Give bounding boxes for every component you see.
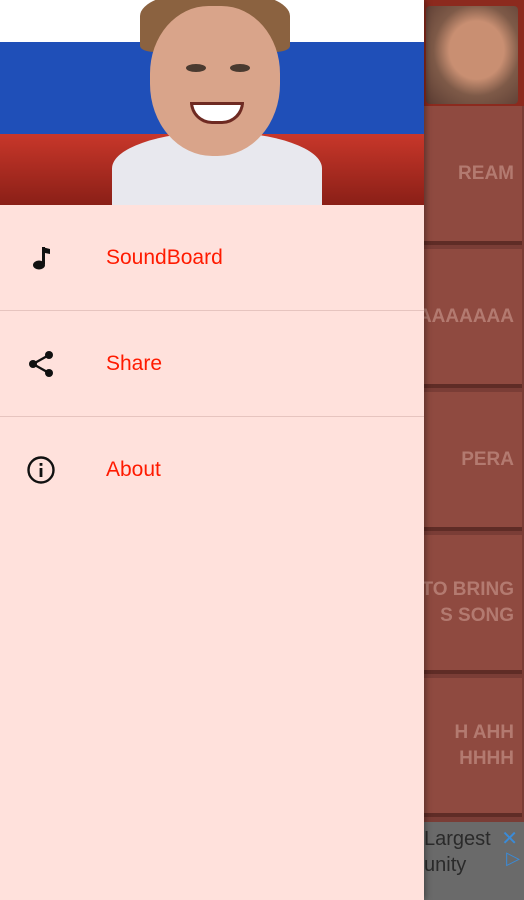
ad-text-line: unity (424, 854, 467, 876)
app-bar-image (426, 6, 518, 104)
portrait-smile (190, 102, 244, 124)
sound-card-text: S SONG (440, 604, 514, 626)
share-icon (26, 349, 56, 379)
portrait-face (150, 6, 280, 156)
menu-item-label: SoundBoard (106, 246, 223, 269)
menu-item-about[interactable]: About (0, 417, 424, 523)
menu-item-label: About (106, 458, 161, 481)
navigation-drawer: SoundBoard Share About (0, 0, 424, 900)
play-arrow-icon[interactable]: ▷ (506, 848, 520, 869)
drawer-header (0, 0, 424, 205)
sound-card-text: AAAAAAA (417, 305, 514, 327)
ad-text-line: Largest (424, 828, 491, 850)
music-note-icon (26, 243, 56, 273)
portrait-eye (230, 64, 250, 72)
menu-item-share[interactable]: Share (0, 311, 424, 417)
sound-card-text: TO BRING (421, 578, 514, 600)
sound-card-text: H AHH (454, 721, 514, 743)
sound-card-text: PERA (461, 448, 514, 470)
sound-card-text: HHHH (459, 747, 514, 769)
menu-item-soundboard[interactable]: SoundBoard (0, 205, 424, 311)
menu-item-label: Share (106, 352, 163, 375)
portrait-eye (186, 64, 206, 72)
info-icon (26, 455, 56, 485)
sound-card-text: REAM (458, 162, 514, 184)
ad-text: Largest unity (424, 826, 491, 878)
header-portrait (112, 0, 322, 205)
